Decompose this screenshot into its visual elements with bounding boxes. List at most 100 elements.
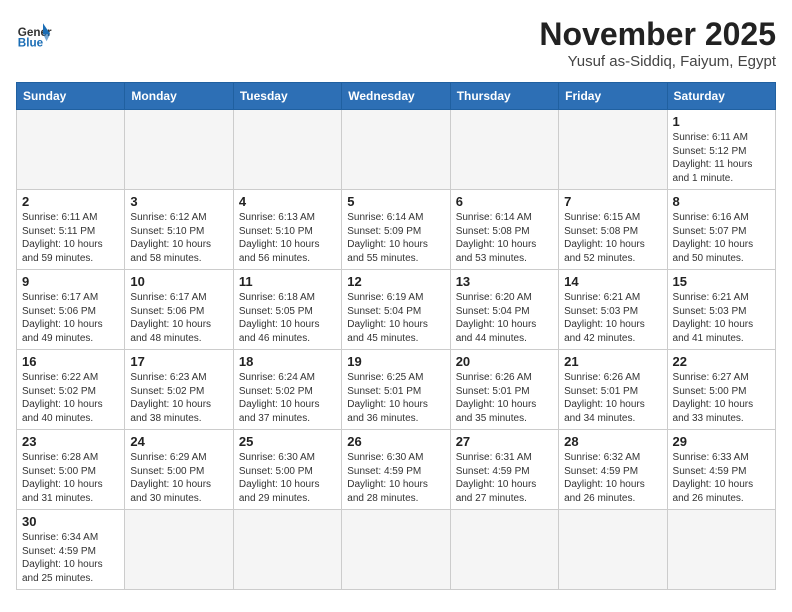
calendar-cell: 11Sunrise: 6:18 AM Sunset: 5:05 PM Dayli… <box>233 270 341 350</box>
day-info: Sunrise: 6:30 AM Sunset: 5:00 PM Dayligh… <box>239 451 336 505</box>
logo: General Blue <box>16 16 52 52</box>
day-number: 25 <box>239 434 336 449</box>
calendar-cell: 10 Sunrise: 6:17 AM Sunset: 5:06 PM Dayli… <box>125 270 233 350</box>
day-number: 28 <box>564 434 661 449</box>
day-number: 5 <box>347 194 444 209</box>
calendar-cell <box>342 110 450 190</box>
calendar-cell: 22 Sunrise: 6:27 AM Sunset: 5:00 PM Dayli… <box>667 350 775 430</box>
calendar-cell: 13 Sunrise: 6:20 AM Sunset: 5:04 PM Dayli… <box>450 270 558 350</box>
calendar-cell: 19Sunrise: 6:25 AM Sunset: 5:01 PM Dayli… <box>342 350 450 430</box>
calendar-cell: 14 Sunrise: 6:21 AM Sunset: 5:03 PM Dayli… <box>559 270 667 350</box>
calendar-cell: 16 Sunrise: 6:22 AM Sunset: 5:02 PM Dayli… <box>17 350 125 430</box>
day-number: 30 <box>22 514 119 529</box>
day-number: 15 <box>673 274 770 289</box>
day-number: 20 <box>456 354 553 369</box>
day-number: 7 <box>564 194 661 209</box>
day-number: 12 <box>347 274 444 289</box>
calendar-table: SundayMondayTuesdayWednesdayThursdayFrid… <box>16 82 776 590</box>
title-area: November 2025 Yusuf as-Siddiq, Faiyum, E… <box>539 16 776 70</box>
weekday-header-friday: Friday <box>559 83 667 110</box>
day-number: 29 <box>673 434 770 449</box>
day-number: 14 <box>564 274 661 289</box>
day-info: Sunrise: 6:23 AM Sunset: 5:02 PM Dayligh… <box>130 371 227 425</box>
day-number: 24 <box>130 434 227 449</box>
day-info: Sunrise: 6:30 AM Sunset: 4:59 PM Dayligh… <box>347 451 444 505</box>
calendar-cell: 25 Sunrise: 6:30 AM Sunset: 5:00 PM Dayli… <box>233 430 341 510</box>
calendar-cell: 24 Sunrise: 6:29 AM Sunset: 5:00 PM Dayli… <box>125 430 233 510</box>
calendar-cell: 1 Sunrise: 6:11 AM Sunset: 5:12 PM Daylig… <box>667 110 775 190</box>
calendar-row-2: 2 Sunrise: 6:11 AM Sunset: 5:11 PM Daylig… <box>17 190 776 270</box>
calendar-cell: 21 Sunrise: 6:26 AM Sunset: 5:01 PM Dayli… <box>559 350 667 430</box>
calendar-cell: 18 Sunrise: 6:24 AM Sunset: 5:02 PM Dayli… <box>233 350 341 430</box>
day-info: Sunrise: 6:20 AM Sunset: 5:04 PM Dayligh… <box>456 291 553 345</box>
day-info: Sunrise: 6:26 AM Sunset: 5:01 PM Dayligh… <box>564 371 661 425</box>
day-info: Sunrise: 6:29 AM Sunset: 5:00 PM Dayligh… <box>130 451 227 505</box>
calendar-cell: 5 Sunrise: 6:14 AM Sunset: 5:09 PM Daylig… <box>342 190 450 270</box>
day-info: Sunrise: 6:14 AM Sunset: 5:08 PM Dayligh… <box>456 211 553 265</box>
day-info: Sunrise: 6:15 AM Sunset: 5:08 PM Dayligh… <box>564 211 661 265</box>
day-info: Sunrise: 6:21 AM Sunset: 5:03 PM Dayligh… <box>564 291 661 345</box>
day-info: Sunrise: 6:21 AM Sunset: 5:03 PM Dayligh… <box>673 291 770 345</box>
day-number: 13 <box>456 274 553 289</box>
calendar-cell: 29 Sunrise: 6:33 AM Sunset: 4:59 PM Dayli… <box>667 430 775 510</box>
day-info: Sunrise: 6:17 AM Sunset: 5:06 PM Dayligh… <box>22 291 119 345</box>
calendar-cell <box>17 110 125 190</box>
calendar-cell <box>342 510 450 590</box>
calendar-cell: 9Sunrise: 6:17 AM Sunset: 5:06 PM Daylig… <box>17 270 125 350</box>
weekday-header-thursday: Thursday <box>450 83 558 110</box>
day-info: Sunrise: 6:19 AM Sunset: 5:04 PM Dayligh… <box>347 291 444 345</box>
calendar-cell <box>559 110 667 190</box>
day-number: 1 <box>673 114 770 129</box>
calendar-cell: 4Sunrise: 6:13 AM Sunset: 5:10 PM Daylig… <box>233 190 341 270</box>
day-info: Sunrise: 6:11 AM Sunset: 5:11 PM Dayligh… <box>22 211 119 265</box>
calendar-cell: 17 Sunrise: 6:23 AM Sunset: 5:02 PM Dayli… <box>125 350 233 430</box>
calendar-cell: 7 Sunrise: 6:15 AM Sunset: 5:08 PM Daylig… <box>559 190 667 270</box>
calendar-cell <box>450 510 558 590</box>
day-info: Sunrise: 6:24 AM Sunset: 5:02 PM Dayligh… <box>239 371 336 425</box>
calendar-cell: 20 Sunrise: 6:26 AM Sunset: 5:01 PM Dayli… <box>450 350 558 430</box>
calendar-cell: 27 Sunrise: 6:31 AM Sunset: 4:59 PM Dayli… <box>450 430 558 510</box>
weekday-header-saturday: Saturday <box>667 83 775 110</box>
day-number: 22 <box>673 354 770 369</box>
calendar-row-4: 16 Sunrise: 6:22 AM Sunset: 5:02 PM Dayli… <box>17 350 776 430</box>
calendar-cell: 6Sunrise: 6:14 AM Sunset: 5:08 PM Daylig… <box>450 190 558 270</box>
weekday-header-sunday: Sunday <box>17 83 125 110</box>
calendar-row-1: 1 Sunrise: 6:11 AM Sunset: 5:12 PM Daylig… <box>17 110 776 190</box>
calendar-cell: 12 Sunrise: 6:19 AM Sunset: 5:04 PM Dayli… <box>342 270 450 350</box>
day-number: 18 <box>239 354 336 369</box>
day-number: 27 <box>456 434 553 449</box>
day-info: Sunrise: 6:34 AM Sunset: 4:59 PM Dayligh… <box>22 531 119 585</box>
weekday-header-row: SundayMondayTuesdayWednesdayThursdayFrid… <box>17 83 776 110</box>
calendar-cell <box>559 510 667 590</box>
weekday-header-wednesday: Wednesday <box>342 83 450 110</box>
day-number: 11 <box>239 274 336 289</box>
day-info: Sunrise: 6:33 AM Sunset: 4:59 PM Dayligh… <box>673 451 770 505</box>
day-info: Sunrise: 6:26 AM Sunset: 5:01 PM Dayligh… <box>456 371 553 425</box>
calendar-cell <box>233 110 341 190</box>
calendar-cell: 26Sunrise: 6:30 AM Sunset: 4:59 PM Dayli… <box>342 430 450 510</box>
month-title: November 2025 <box>539 16 776 53</box>
day-info: Sunrise: 6:17 AM Sunset: 5:06 PM Dayligh… <box>130 291 227 345</box>
day-number: 8 <box>673 194 770 209</box>
day-info: Sunrise: 6:12 AM Sunset: 5:10 PM Dayligh… <box>130 211 227 265</box>
day-info: Sunrise: 6:25 AM Sunset: 5:01 PM Dayligh… <box>347 371 444 425</box>
day-info: Sunrise: 6:16 AM Sunset: 5:07 PM Dayligh… <box>673 211 770 265</box>
day-info: Sunrise: 6:32 AM Sunset: 4:59 PM Dayligh… <box>564 451 661 505</box>
day-info: Sunrise: 6:31 AM Sunset: 4:59 PM Dayligh… <box>456 451 553 505</box>
calendar-cell <box>233 510 341 590</box>
day-number: 17 <box>130 354 227 369</box>
day-number: 10 <box>130 274 227 289</box>
calendar-cell: 15 Sunrise: 6:21 AM Sunset: 5:03 PM Dayli… <box>667 270 775 350</box>
day-info: Sunrise: 6:27 AM Sunset: 5:00 PM Dayligh… <box>673 371 770 425</box>
day-number: 2 <box>22 194 119 209</box>
calendar-cell <box>667 510 775 590</box>
calendar-cell: 30 Sunrise: 6:34 AM Sunset: 4:59 PM Dayli… <box>17 510 125 590</box>
day-number: 21 <box>564 354 661 369</box>
day-number: 16 <box>22 354 119 369</box>
calendar-row-3: 9Sunrise: 6:17 AM Sunset: 5:06 PM Daylig… <box>17 270 776 350</box>
day-info: Sunrise: 6:22 AM Sunset: 5:02 PM Dayligh… <box>22 371 119 425</box>
logo-icon: General Blue <box>16 16 52 52</box>
day-info: Sunrise: 6:14 AM Sunset: 5:09 PM Dayligh… <box>347 211 444 265</box>
location-title: Yusuf as-Siddiq, Faiyum, Egypt <box>539 53 776 70</box>
day-info: Sunrise: 6:11 AM Sunset: 5:12 PM Dayligh… <box>673 131 770 185</box>
